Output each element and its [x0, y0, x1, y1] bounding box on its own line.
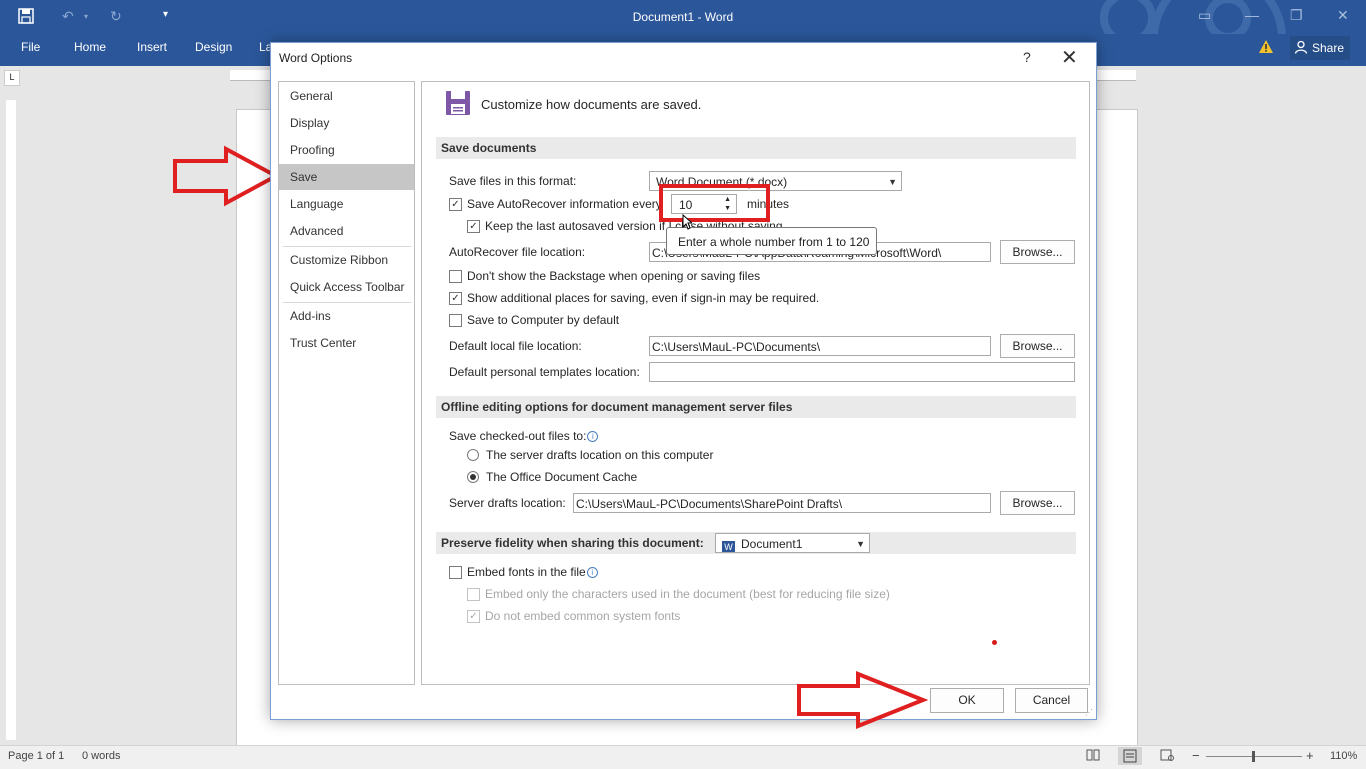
checked-out-label-text: Save checked-out files to:	[449, 429, 587, 443]
browse-local-button[interactable]: Browse...	[1000, 334, 1075, 358]
nav-item-add-ins[interactable]: Add-ins	[279, 303, 414, 329]
ribbon-display-icon[interactable]: ▭	[1198, 7, 1211, 24]
help-button[interactable]: ?	[1023, 49, 1031, 65]
cancel-button[interactable]: Cancel	[1015, 688, 1088, 713]
nav-item-advanced[interactable]: Advanced	[279, 218, 414, 244]
fidelity-document-dropdown[interactable]: W Document1 ▼	[715, 533, 870, 553]
autorecover-checkbox[interactable]: ✓	[449, 198, 462, 211]
minutes-tooltip: Enter a whole number from 1 to 120	[666, 227, 877, 255]
embed-only-used-label: Embed only the characters used in the do…	[485, 587, 890, 601]
nav-item-general[interactable]: General	[279, 83, 414, 109]
nav-item-trust-center[interactable]: Trust Center	[279, 330, 414, 356]
office-cache-radio[interactable]	[467, 471, 479, 483]
dialog-title: Word Options	[279, 51, 353, 65]
checked-out-label: Save checked-out files to: i	[449, 429, 599, 443]
server-drafts-label: Server drafts location:	[449, 496, 566, 510]
annotation-dot	[992, 640, 997, 645]
fidelity-document-value: Document1	[741, 537, 803, 551]
annotation-arrow-ok	[797, 671, 929, 729]
zoom-level[interactable]: 110%	[1330, 750, 1357, 762]
tab-selector[interactable]: L	[4, 70, 20, 86]
radio-selected-dot	[470, 474, 476, 480]
page-count[interactable]: Page 1 of 1	[8, 750, 64, 762]
section-save-documents: Save documents	[436, 137, 1076, 159]
embed-only-used-checkbox[interactable]	[467, 588, 480, 601]
nav-item-customize-ribbon[interactable]: Customize Ribbon	[279, 247, 414, 273]
word-options-dialog: Word Options ? ✕ General Display Proofin…	[270, 42, 1097, 720]
default-local-label: Default local file location:	[449, 339, 582, 353]
additional-places-label: Show additional places for saving, even …	[467, 291, 820, 305]
tab-design[interactable]: Design	[195, 40, 232, 54]
mouse-cursor-icon	[682, 213, 694, 233]
embed-fonts-label: Embed fonts in the file i	[467, 565, 598, 579]
tab-file[interactable]: File	[21, 40, 40, 54]
zoom-slider-thumb[interactable]	[1252, 751, 1255, 762]
share-label: Share	[1312, 41, 1345, 55]
annotation-arrow-save	[173, 145, 281, 207]
nav-item-language[interactable]: Language	[279, 191, 414, 217]
minimize-icon[interactable]: —	[1245, 7, 1259, 23]
tab-home[interactable]: Home	[74, 40, 106, 54]
save-format-label: Save files in this format:	[449, 174, 577, 188]
annotation-highlight-box	[659, 184, 770, 222]
embed-fonts-label-text: Embed fonts in the file	[467, 565, 586, 579]
panel-header: Customize how documents are saved.	[481, 97, 702, 112]
nav-item-display[interactable]: Display	[279, 110, 414, 136]
no-common-fonts-checkbox[interactable]: ✓	[467, 610, 480, 623]
embed-fonts-checkbox[interactable]	[449, 566, 462, 579]
restore-icon[interactable]: ❐	[1290, 7, 1303, 24]
ok-button[interactable]: OK	[930, 688, 1004, 713]
zoom-out-icon[interactable]: −	[1192, 748, 1200, 763]
info-icon[interactable]: i	[587, 431, 599, 442]
vertical-ruler[interactable]	[6, 100, 16, 740]
web-layout-icon[interactable]	[1160, 749, 1174, 764]
nav-item-quick-access-toolbar[interactable]: Quick Access Toolbar	[279, 274, 414, 300]
word-count[interactable]: 0 words	[82, 750, 121, 762]
close-icon: ✕	[1061, 47, 1078, 69]
options-nav: General Display Proofing Save Language A…	[278, 81, 415, 685]
server-drafts-radio[interactable]	[467, 449, 479, 461]
nav-item-save[interactable]: Save	[279, 164, 414, 190]
title-bar: ↶ ▾ ↻ ▾ Document1 - Word ▭ — ❐ ✕	[0, 0, 1366, 34]
templates-location-field[interactable]	[649, 362, 1075, 382]
close-dialog-button[interactable]: ✕	[1061, 45, 1078, 70]
no-common-fonts-label: Do not embed common system fonts	[485, 609, 681, 623]
save-header-icon	[445, 90, 471, 119]
keep-last-autosaved-checkbox[interactable]: ✓	[467, 220, 480, 233]
nav-item-proofing[interactable]: Proofing	[279, 137, 414, 163]
browse-autorecover-button[interactable]: Browse...	[1000, 240, 1075, 264]
close-window-icon[interactable]: ✕	[1337, 7, 1349, 24]
read-mode-icon[interactable]	[1086, 749, 1100, 764]
browse-server-drafts-button[interactable]: Browse...	[1000, 491, 1075, 515]
save-options-panel: Customize how documents are saved. Save …	[421, 81, 1090, 685]
backstage-label: Don't show the Backstage when opening or…	[467, 269, 761, 283]
templates-location-label: Default personal templates location:	[449, 365, 640, 379]
server-drafts-field[interactable]: C:\Users\MauL-PC\Documents\SharePoint Dr…	[573, 493, 991, 513]
server-drafts-option-label: The server drafts location on this compu…	[486, 448, 714, 462]
person-icon	[1294, 40, 1308, 57]
additional-places-checkbox[interactable]: ✓	[449, 292, 462, 305]
warning-icon[interactable]	[1258, 39, 1274, 57]
info-icon[interactable]: i	[586, 567, 598, 578]
autorecover-location-label: AutoRecover file location:	[449, 245, 586, 259]
chevron-down-icon: ▼	[856, 539, 865, 549]
print-layout-icon[interactable]	[1118, 747, 1142, 765]
word-document-icon: W	[722, 541, 735, 552]
tab-insert[interactable]: Insert	[137, 40, 167, 54]
save-to-computer-label: Save to Computer by default	[467, 313, 620, 327]
office-cache-option-label: The Office Document Cache	[486, 470, 638, 484]
autorecover-label: Save AutoRecover information every	[467, 197, 662, 211]
share-button[interactable]: Share	[1290, 36, 1350, 60]
chevron-down-icon: ▼	[888, 177, 897, 187]
save-to-computer-checkbox[interactable]	[449, 314, 462, 327]
decorative-pattern-icon	[1100, 0, 1156, 34]
zoom-in-icon[interactable]: +	[1306, 748, 1314, 763]
default-local-field[interactable]: C:\Users\MauL-PC\Documents\	[649, 336, 991, 356]
status-bar: Page 1 of 1 0 words − + 110%	[0, 745, 1366, 769]
section-offline-editing: Offline editing options for document man…	[436, 396, 1076, 418]
backstage-checkbox[interactable]	[449, 270, 462, 283]
resize-grip-icon[interactable]: ⋰	[1085, 708, 1093, 717]
